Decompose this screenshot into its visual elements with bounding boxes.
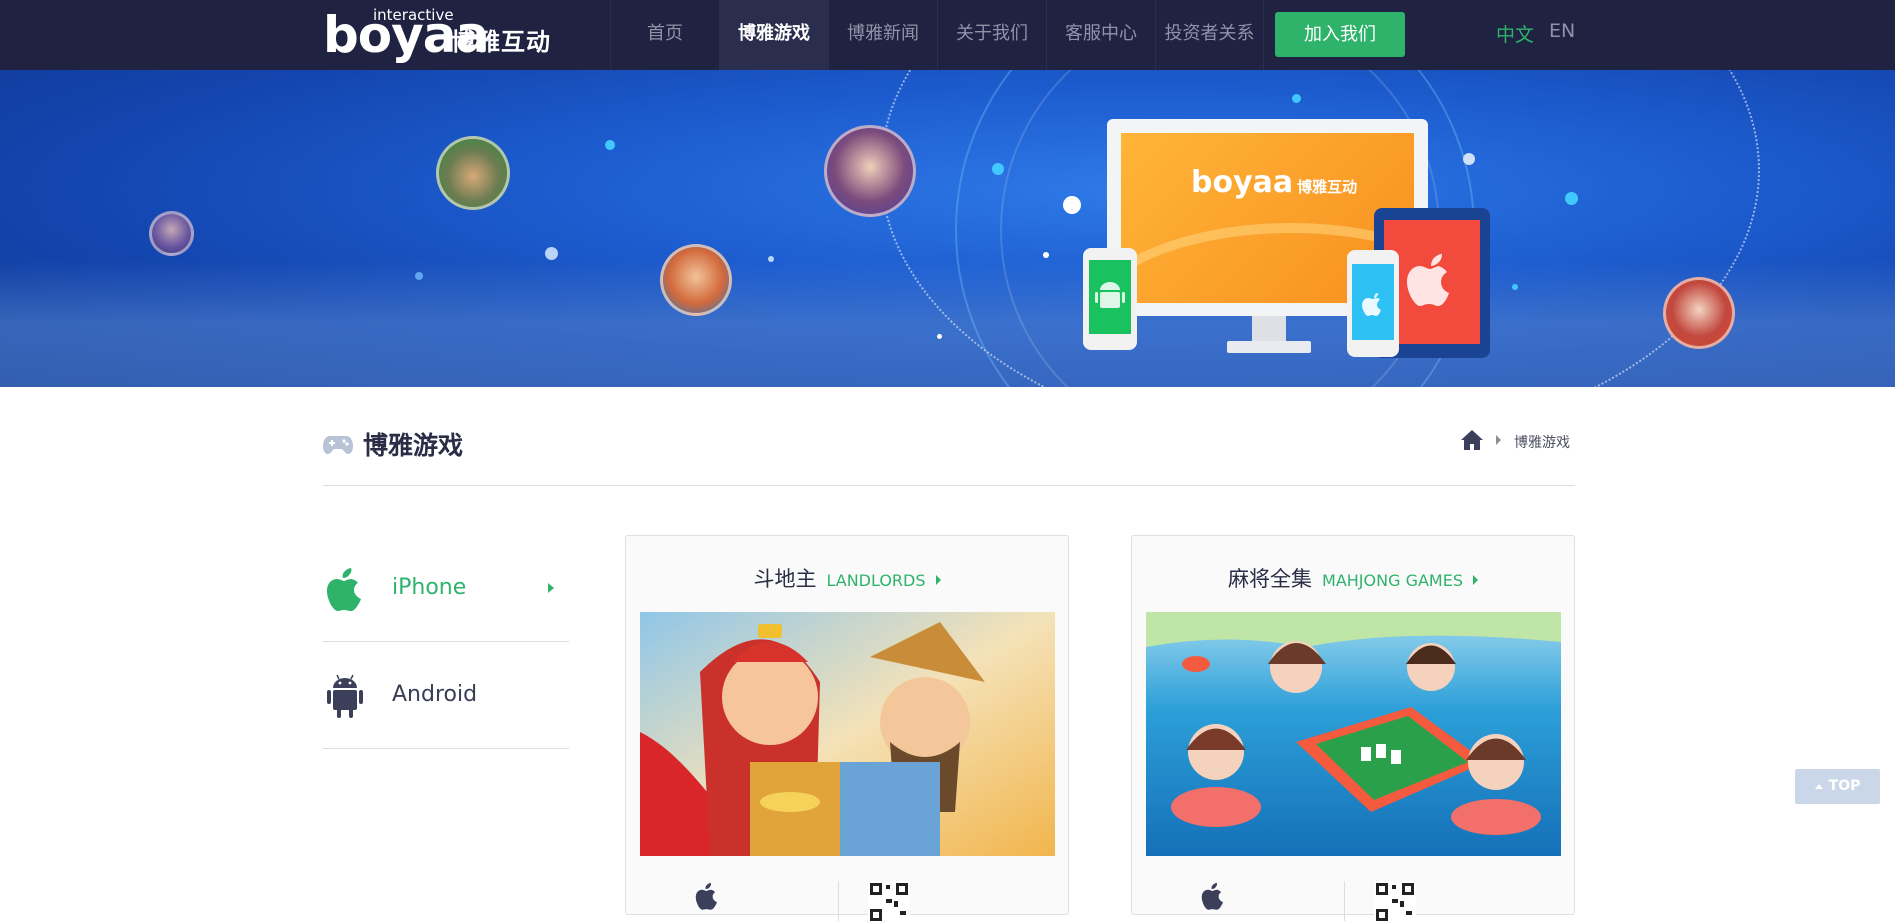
arrow-up-icon	[1814, 783, 1823, 789]
banner-dot	[415, 272, 423, 280]
qr-code-icon[interactable]	[868, 881, 910, 923]
sidebar-item-android[interactable]: Android	[323, 642, 569, 749]
nav-item-service[interactable]: 客服中心	[1046, 0, 1155, 70]
mahjong-artwork	[1146, 612, 1561, 856]
game-avatar-landlord	[660, 244, 732, 316]
game-title-cn: 麻将全集	[1228, 567, 1313, 591]
banner-dot	[1043, 252, 1049, 258]
game-avatar-girl	[149, 211, 194, 256]
game-title-en: MAHJONG GAMES	[1322, 571, 1463, 590]
apple-icon	[695, 882, 717, 910]
monitor-base	[1227, 341, 1311, 353]
back-to-top-label: TOP	[1828, 778, 1861, 794]
chevron-right-icon	[1472, 575, 1478, 585]
banner-dot	[1512, 284, 1518, 290]
monitor-logo: boyaa 博雅互动	[1191, 165, 1357, 200]
iphone-illustration	[1347, 250, 1399, 357]
page-title: 博雅游戏	[363, 431, 464, 460]
game-title-link[interactable]: 麻将全集 MAHJONG GAMES	[1132, 563, 1574, 593]
back-to-top-button[interactable]: TOP	[1795, 769, 1880, 804]
language-english-link[interactable]: EN	[1549, 20, 1575, 42]
android-icon	[1095, 282, 1125, 308]
banner-dot	[1292, 94, 1301, 103]
banner-dot	[1063, 196, 1081, 214]
hero-banner: boyaa 博雅互动	[0, 70, 1895, 387]
game-avatar-woman	[824, 125, 916, 217]
gamepad-icon	[323, 436, 353, 454]
logo-chinese-text: 博雅互动	[451, 28, 551, 56]
banner-dot	[768, 256, 774, 262]
breadcrumb-current: 博雅游戏	[1514, 435, 1570, 451]
game-title-cn: 斗地主	[753, 567, 817, 591]
game-card-mahjong: 麻将全集 MAHJONG GAMES	[1131, 535, 1575, 923]
game-thumbnail-landlords[interactable]	[640, 612, 1055, 856]
qr-code-icon[interactable]	[1374, 881, 1416, 923]
android-phone-screen	[1089, 260, 1131, 334]
banner-dot	[545, 247, 558, 260]
banner-dot	[1565, 192, 1578, 205]
nav-item-about[interactable]: 关于我们	[937, 0, 1046, 70]
monitor-logo-brand: boyaa	[1191, 165, 1294, 200]
apple-icon	[1362, 293, 1381, 316]
main-nav: 首页 博雅游戏 博雅新闻 关于我们 客服中心 投资者关系	[610, 0, 1264, 70]
nav-item-investors[interactable]: 投资者关系	[1155, 0, 1264, 70]
card-divider	[838, 881, 839, 921]
platform-sidebar: iPhone Android	[323, 535, 569, 749]
chevron-right-icon	[935, 575, 941, 585]
nav-item-home[interactable]: 首页	[610, 0, 719, 70]
boyaa-logo[interactable]: interactive boyaa 博雅互动	[323, 4, 553, 64]
top-navigation-bar: interactive boyaa 博雅互动 首页 博雅游戏 博雅新闻 关于我们…	[0, 0, 1895, 70]
game-card-landlords: 斗地主 LANDLORDS	[625, 535, 1069, 923]
language-chinese-link[interactable]: 中文	[1496, 20, 1534, 47]
apple-icon	[327, 568, 361, 611]
nav-item-games[interactable]: 博雅游戏	[719, 0, 828, 70]
card-divider	[1344, 881, 1345, 921]
game-title-link[interactable]: 斗地主 LANDLORDS	[626, 563, 1068, 593]
banner-dot	[605, 140, 615, 150]
android-icon	[327, 674, 363, 718]
apple-icon	[1201, 882, 1223, 910]
android-phone-illustration	[1083, 248, 1137, 350]
landlords-artwork	[640, 612, 1055, 856]
monitor-logo-chinese: 博雅互动	[1297, 178, 1358, 196]
iphone-screen	[1352, 264, 1394, 340]
chevron-right-icon	[548, 583, 554, 593]
nav-item-news[interactable]: 博雅新闻	[828, 0, 937, 70]
banner-dot	[937, 334, 942, 339]
join-us-button[interactable]: 加入我们	[1275, 12, 1405, 57]
game-title-en: LANDLORDS	[826, 571, 926, 590]
breadcrumb-separator-icon	[1496, 435, 1501, 445]
game-avatar-bearded-man	[436, 136, 510, 210]
sidebar-item-label: iPhone	[392, 575, 467, 600]
sidebar-item-iphone[interactable]: iPhone	[323, 535, 569, 642]
game-avatar-mahjong-girl	[1663, 277, 1735, 349]
home-icon[interactable]	[1460, 428, 1484, 452]
game-thumbnail-mahjong[interactable]	[1146, 612, 1561, 856]
banner-dot	[1463, 153, 1475, 165]
banner-dot	[992, 163, 1004, 175]
sidebar-item-label: Android	[392, 682, 478, 707]
section-header: 博雅游戏 博雅游戏	[323, 420, 1575, 486]
